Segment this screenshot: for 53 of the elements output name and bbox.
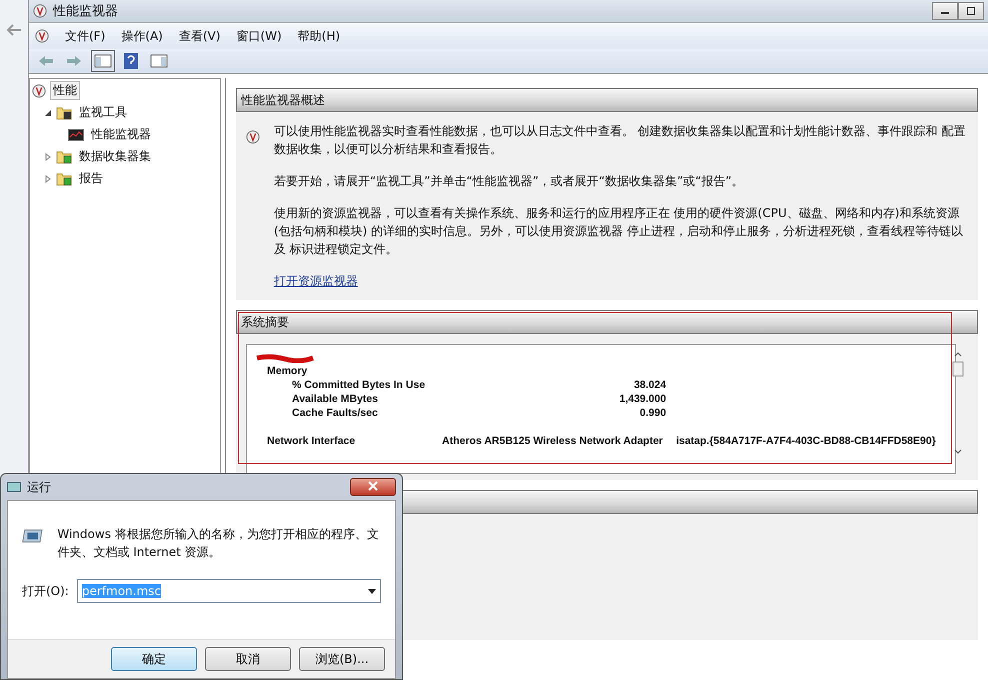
counter-name: Available MBytes: [291, 393, 379, 405]
close-button[interactable]: [350, 478, 396, 496]
dialog-button[interactable]: 取消: [205, 647, 291, 671]
resource-monitor-link[interactable]: 打开资源监视器: [274, 272, 358, 290]
menu-item[interactable]: 操作(A): [121, 28, 163, 44]
section-header: 系统摘要: [236, 310, 978, 334]
collapse-arrow-icon[interactable]: [44, 108, 52, 116]
expand-arrow-icon[interactable]: [44, 152, 52, 160]
folder-icon: [56, 106, 72, 120]
tree-item[interactable]: 监视工具: [76, 103, 130, 122]
counter-name: Cache Faults/sec: [291, 407, 379, 419]
gauge-icon: [32, 84, 46, 98]
counter-name: % Committed Bytes In Use: [291, 379, 426, 391]
counter-group: Network Interface: [267, 435, 432, 447]
menu-item[interactable]: 查看(V): [178, 28, 220, 44]
field-label: 打开(O):: [22, 582, 69, 600]
maximize-button[interactable]: [958, 2, 984, 20]
section-header: 性能监视器概述: [236, 88, 978, 112]
menu-item[interactable]: 文件(F): [65, 28, 106, 44]
folder-icon: [56, 150, 72, 164]
counter-group: Memory: [267, 365, 939, 377]
counter-value: 1,439.000: [618, 393, 666, 405]
minimize-button[interactable]: [932, 2, 958, 20]
instance-name: isatap.{584A717F-A7F4-403C-BD88-CB14FFD58E90}: [676, 435, 937, 447]
gauge-icon: [33, 4, 47, 18]
expand-arrow-icon[interactable]: [44, 174, 52, 182]
counter-value: 0.990: [638, 407, 666, 419]
folder-icon: [56, 172, 72, 186]
window-title: 性能监视器: [53, 3, 118, 20]
help-icon[interactable]: [121, 50, 141, 72]
instance-name: Atheros AR5B125 Wireless Network Adapter: [442, 435, 664, 447]
menu-item[interactable]: 帮助(H): [298, 28, 340, 44]
chart-monitor-icon: [68, 128, 84, 140]
close-icon: [368, 480, 378, 490]
description-text: 使用新的资源监视器，可以查看有关操作系统、服务和运行的应用程序正在 使用的硬件资源(CPU、磁盘、网络和内存)和系统资源(包括句柄和模块) 的详细的实时信息。另外，可以使用资源监视器 停止进程，启动和停止服务，分析进程死锁，查看线程等待链以及 标识进程锁定文件。: [274, 205, 964, 258]
description-text: 可以使用性能监视器实时查看性能数据，也可以从日志文件中查看。 创建数据收集器集以配置和计划性能计数器、事件跟踪和 配置数据收集，以便可以分析结果和查看报告。: [274, 123, 966, 158]
tree-item[interactable]: 数据收集器集: [76, 147, 154, 166]
redaction-scribble: [255, 353, 315, 363]
dialog-message: Windows 将根据您所输入的名称，为您打开相应的程序、文件夹、文档或 Internet 资源。: [57, 526, 380, 561]
menu-item[interactable]: 窗口(W): [236, 28, 282, 44]
dialog-title: 运行: [27, 478, 51, 496]
maximize-icon: [966, 7, 976, 15]
run-icon: [7, 482, 21, 492]
dialog-button[interactable]: 确定: [111, 647, 197, 671]
dropdown-caret-icon[interactable]: [368, 588, 376, 594]
counter-value: 38.024: [632, 379, 666, 391]
gauge-icon: [35, 29, 49, 43]
tree-item[interactable]: 性能: [50, 81, 80, 100]
tree-toggle-icon[interactable]: [91, 50, 115, 72]
dialog-button[interactable]: 浏览(B)...: [299, 647, 385, 671]
description-text: 若要开始，请展开“监视工具”并单击“性能监视器”，或者展开“数据收集器集”或“报告”。: [274, 173, 745, 190]
tree-item[interactable]: 性能监视器: [88, 125, 154, 144]
tree-item[interactable]: 报告: [76, 169, 106, 188]
